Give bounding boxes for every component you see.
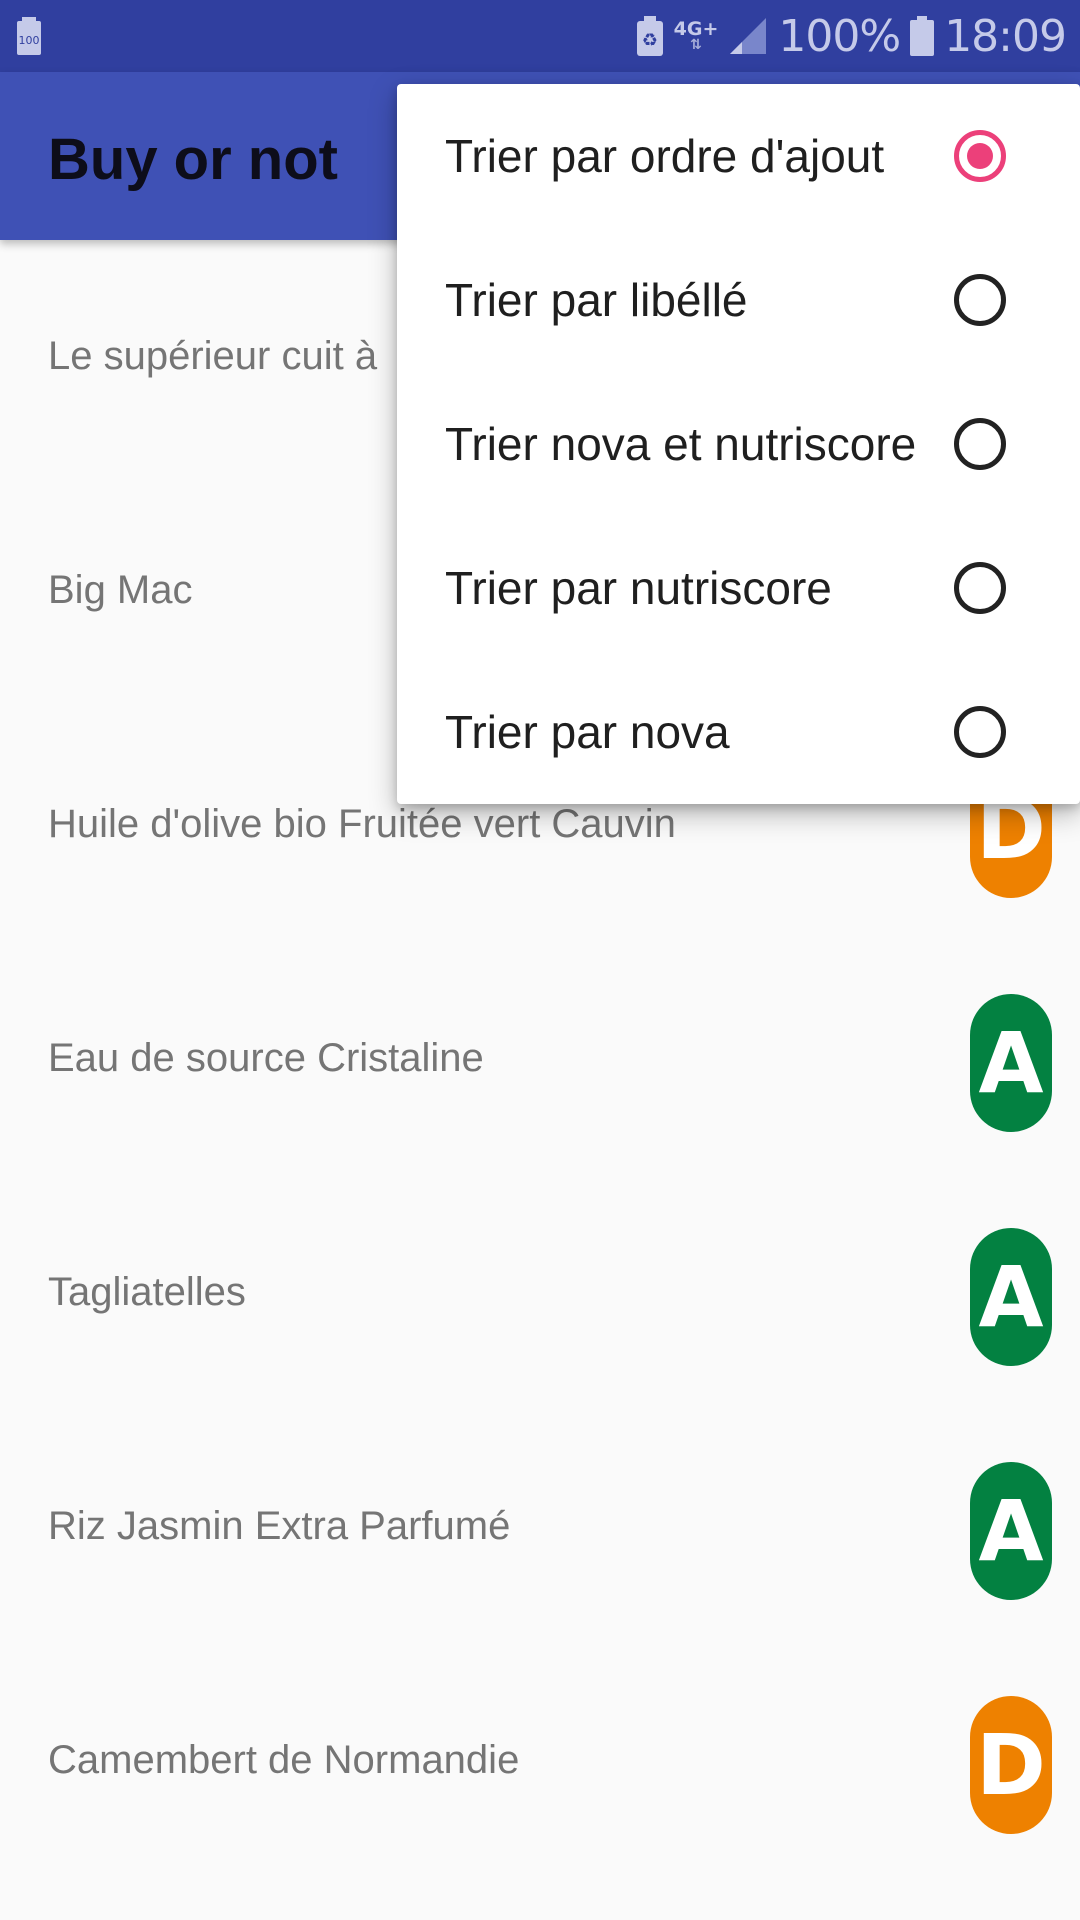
radio-button[interactable] bbox=[954, 706, 1006, 758]
product-name: Riz Jasmin Extra Parfumé bbox=[48, 1504, 511, 1548]
sort-menu: Trier par ordre d'ajout Trier par libéll… bbox=[397, 84, 1080, 804]
battery-percent: 100% bbox=[778, 10, 901, 62]
radio-button[interactable] bbox=[954, 562, 1006, 614]
product-row[interactable]: Riz Jasmin Extra Parfumé A bbox=[0, 1410, 1080, 1644]
product-row[interactable]: Tagliatelles A bbox=[0, 1176, 1080, 1410]
product-name: Tagliatelles bbox=[48, 1270, 246, 1314]
product-row[interactable]: Eau de source Cristaline A bbox=[0, 942, 1080, 1176]
clock: 18:09 bbox=[944, 10, 1067, 62]
network-4g-icon: 4G+ ⇅ bbox=[673, 18, 719, 53]
network-arrows: ⇅ bbox=[690, 37, 702, 53]
product-name: Big Mac bbox=[48, 568, 193, 612]
product-row[interactable]: Camembert de Normandie D bbox=[0, 1644, 1080, 1878]
sort-option-label: Trier par nutriscore bbox=[445, 562, 832, 614]
radio-button[interactable] bbox=[954, 418, 1006, 470]
sort-option-nova[interactable]: Trier par nova bbox=[397, 660, 1080, 804]
sort-option-nutriscore[interactable]: Trier par nutriscore bbox=[397, 516, 1080, 660]
sort-option-label: Trier par nova bbox=[445, 706, 730, 758]
radio-button[interactable] bbox=[954, 274, 1006, 326]
product-name: Camembert de Normandie bbox=[48, 1738, 520, 1782]
nutriscore-badge: D bbox=[970, 1696, 1052, 1834]
battery-notification-text: 100 bbox=[19, 34, 40, 47]
recycle-icon: ♻ bbox=[636, 16, 663, 56]
status-bar: 100 ♻ 4G+ ⇅ 100% 18:09 bbox=[0, 0, 1080, 72]
nutriscore-badge: A bbox=[970, 994, 1052, 1132]
sort-option-label: Trier nova et nutriscore bbox=[445, 418, 917, 470]
app-title: Buy or not bbox=[48, 127, 338, 192]
sort-option-ordre-ajout[interactable]: Trier par ordre d'ajout bbox=[397, 84, 1080, 228]
signal-icon bbox=[730, 18, 767, 54]
network-label: 4G+ bbox=[673, 18, 719, 40]
product-name: Le supérieur cuit à bbox=[48, 334, 378, 378]
battery-notification-icon: 100 bbox=[17, 17, 41, 55]
nutriscore-badge: A bbox=[970, 1462, 1052, 1600]
product-name: Huile d'olive bio Fruitée vert Cauvin bbox=[48, 802, 676, 846]
product-name: Eau de source Cristaline bbox=[48, 1036, 484, 1080]
nutriscore-badge: A bbox=[970, 1228, 1052, 1366]
status-icons: ♻ 4G+ ⇅ 100% 18:09 bbox=[626, 0, 1067, 72]
svg-text:♻: ♻ bbox=[642, 30, 658, 51]
sort-option-label: Trier par libéllé bbox=[445, 274, 748, 326]
sort-option-nova-nutriscore[interactable]: Trier nova et nutriscore bbox=[397, 372, 1080, 516]
sort-option-libelle[interactable]: Trier par libéllé bbox=[397, 228, 1080, 372]
radio-button[interactable] bbox=[954, 130, 1006, 182]
sort-option-label: Trier par ordre d'ajout bbox=[445, 130, 885, 182]
battery-icon bbox=[910, 16, 935, 56]
